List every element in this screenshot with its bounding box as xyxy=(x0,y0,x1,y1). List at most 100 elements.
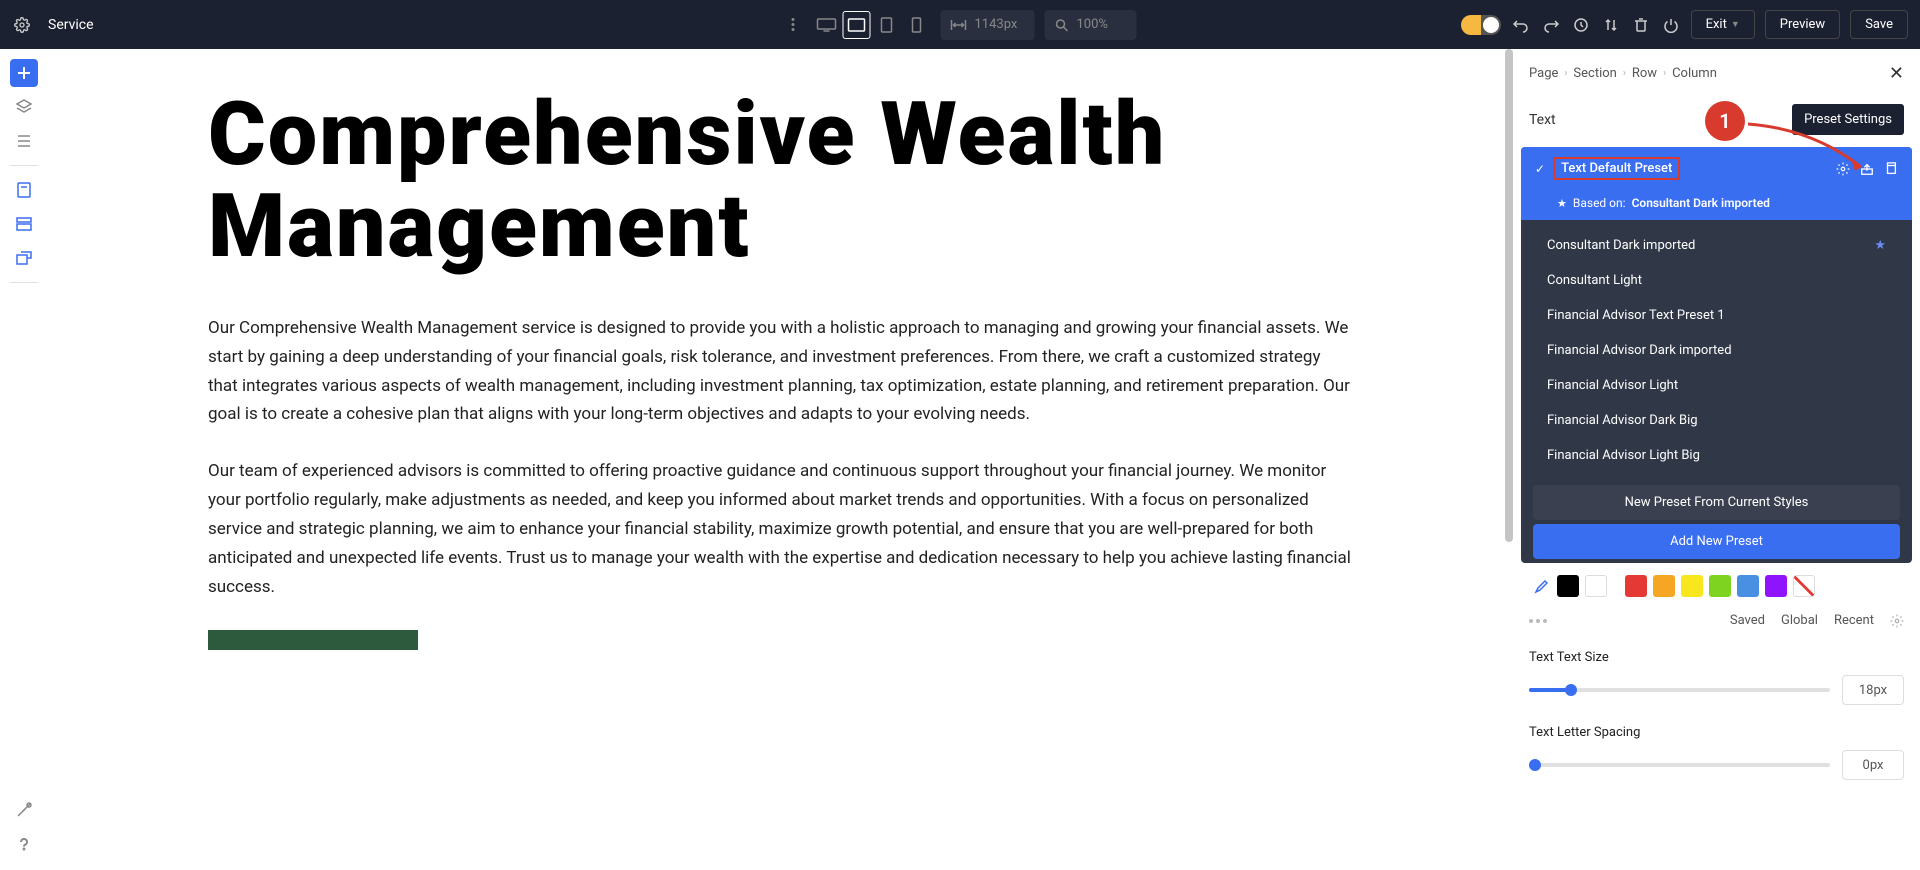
preset-item[interactable]: Consultant Dark imported★ xyxy=(1521,228,1912,263)
preset-item-label: Financial Advisor Light Big xyxy=(1547,448,1700,463)
callout-number: 1 xyxy=(1705,101,1745,141)
color-swatch-none[interactable] xyxy=(1793,575,1815,597)
preset-item-label: Financial Advisor Text Preset 1 xyxy=(1547,308,1725,323)
preview-button[interactable]: Preview xyxy=(1765,10,1840,39)
sort-icon[interactable] xyxy=(1601,15,1621,35)
body-paragraph-1[interactable]: Our Comprehensive Wealth Management serv… xyxy=(208,314,1353,430)
star-icon[interactable]: ★ xyxy=(1874,238,1886,253)
theme-toggle[interactable] xyxy=(1461,15,1501,35)
preset-item[interactable]: Consultant Light xyxy=(1521,263,1912,298)
preset-item[interactable]: Financial Advisor Text Preset 1 xyxy=(1521,298,1912,333)
save-button[interactable]: Save xyxy=(1850,10,1908,39)
color-swatch-row xyxy=(1513,563,1920,609)
device-mobile[interactable] xyxy=(903,11,931,39)
check-icon: ✓ xyxy=(1535,162,1545,176)
crumb-page[interactable]: Page xyxy=(1529,66,1558,81)
text-size-control: Text Text Size 18px xyxy=(1513,640,1920,715)
add-new-preset-button[interactable]: Add New Preset xyxy=(1533,524,1900,559)
device-desktop[interactable] xyxy=(843,11,871,39)
exit-label: Exit xyxy=(1706,17,1727,32)
page-heading[interactable]: Comprehensive Wealth Management xyxy=(208,89,1353,274)
preset-item[interactable]: Financial Advisor Light xyxy=(1521,368,1912,403)
tools-icon[interactable] xyxy=(10,796,38,824)
list-icon[interactable] xyxy=(10,127,38,155)
history-icon[interactable] xyxy=(1571,15,1591,35)
export-icon[interactable] xyxy=(10,244,38,272)
page-name[interactable]: Service xyxy=(48,17,94,33)
based-on-prefix: Based on: xyxy=(1573,196,1626,210)
device-tablet[interactable] xyxy=(873,11,901,39)
preset-item[interactable]: Financial Advisor Dark imported xyxy=(1521,333,1912,368)
body-paragraph-2[interactable]: Our team of experienced advisors is comm… xyxy=(208,457,1353,601)
gear-icon[interactable] xyxy=(12,15,32,35)
exit-button[interactable]: Exit ▼ xyxy=(1691,10,1755,39)
close-icon[interactable]: ✕ xyxy=(1889,63,1904,84)
chevron-right-icon: › xyxy=(1663,68,1666,79)
text-size-value[interactable]: 18px xyxy=(1842,675,1904,705)
preset-list: Consultant Dark imported★ Consultant Lig… xyxy=(1521,220,1912,481)
active-preset-label: Text Default Preset xyxy=(1553,157,1680,180)
canvas-scrollbar[interactable] xyxy=(1505,49,1513,542)
canvas-area[interactable]: Comprehensive Wealth Management Our Comp… xyxy=(48,49,1513,870)
more-icon[interactable] xyxy=(1529,619,1547,623)
template-icon[interactable] xyxy=(10,176,38,204)
search-icon xyxy=(1055,18,1069,32)
help-icon[interactable] xyxy=(10,830,38,858)
color-swatch-black[interactable] xyxy=(1557,575,1579,597)
green-block[interactable] xyxy=(208,630,418,650)
based-on-row: ★ Based on:Consultant Dark imported xyxy=(1521,190,1912,220)
color-swatch-purple[interactable] xyxy=(1765,575,1787,597)
letter-spacing-value[interactable]: 0px xyxy=(1842,750,1904,780)
color-swatch-white[interactable] xyxy=(1585,575,1607,597)
more-icon[interactable] xyxy=(784,18,803,31)
color-swatch-red[interactable] xyxy=(1625,575,1647,597)
canvas-width-input[interactable] xyxy=(975,17,1025,32)
color-tabs: Saved Global Recent xyxy=(1513,609,1920,640)
canvas-width-box xyxy=(941,10,1035,40)
letter-spacing-label: Text Letter Spacing xyxy=(1529,725,1904,740)
eyedropper-icon[interactable] xyxy=(1529,575,1551,597)
preset-item[interactable]: Financial Advisor Light Big xyxy=(1521,438,1912,473)
device-switcher xyxy=(813,11,931,39)
color-swatch-orange[interactable] xyxy=(1653,575,1675,597)
based-on-value: Consultant Dark imported xyxy=(1632,196,1770,210)
preset-item-label: Financial Advisor Light xyxy=(1547,378,1678,393)
right-panel: Page› Section› Row› Column ✕ Text Preset… xyxy=(1513,49,1920,870)
preset-item-label: Consultant Light xyxy=(1547,273,1642,288)
device-desktop-wide[interactable] xyxy=(813,11,841,39)
zoom-input[interactable] xyxy=(1077,17,1127,32)
crumb-column[interactable]: Column xyxy=(1672,66,1717,81)
new-preset-from-current-button[interactable]: New Preset From Current Styles xyxy=(1533,485,1900,520)
color-swatch-green[interactable] xyxy=(1709,575,1731,597)
left-sidebar xyxy=(0,49,48,870)
crumb-section[interactable]: Section xyxy=(1573,66,1616,81)
preset-dropdown: ✓ Text Default Preset ★ Based on: Consult… xyxy=(1521,147,1912,563)
copy-icon[interactable] xyxy=(1884,162,1898,176)
undo-icon[interactable] xyxy=(1511,15,1531,35)
crumb-row[interactable]: Row xyxy=(1632,66,1657,81)
color-swatch-yellow[interactable] xyxy=(1681,575,1703,597)
tab-global[interactable]: Global xyxy=(1781,613,1818,628)
power-icon[interactable] xyxy=(1661,15,1681,35)
preset-item-label: Financial Advisor Dark Big xyxy=(1547,413,1698,428)
text-size-slider[interactable] xyxy=(1529,688,1830,692)
top-bar: Service Exit ▼ Preview Save xyxy=(0,0,1920,49)
trash-icon[interactable] xyxy=(1631,15,1651,35)
blocks-icon[interactable] xyxy=(10,210,38,238)
redo-icon[interactable] xyxy=(1541,15,1561,35)
chevron-right-icon: › xyxy=(1564,68,1567,79)
chevron-down-icon: ▼ xyxy=(1731,19,1740,30)
letter-spacing-control: Text Letter Spacing 0px xyxy=(1513,715,1920,790)
tab-saved[interactable]: Saved xyxy=(1730,613,1765,628)
layers-icon[interactable] xyxy=(10,93,38,121)
chevron-right-icon: › xyxy=(1623,68,1626,79)
preset-item-label: Financial Advisor Dark imported xyxy=(1547,343,1732,358)
color-swatch-blue[interactable] xyxy=(1737,575,1759,597)
preset-item[interactable]: Financial Advisor Dark Big xyxy=(1521,403,1912,438)
gear-icon[interactable] xyxy=(1890,614,1904,628)
breadcrumb: Page › Section › Row › Column ✕ xyxy=(1513,49,1920,98)
add-button[interactable] xyxy=(10,59,38,87)
letter-spacing-slider[interactable] xyxy=(1529,763,1830,767)
tab-recent[interactable]: Recent xyxy=(1834,613,1874,628)
callout-annotation: 1 xyxy=(1705,101,1745,141)
